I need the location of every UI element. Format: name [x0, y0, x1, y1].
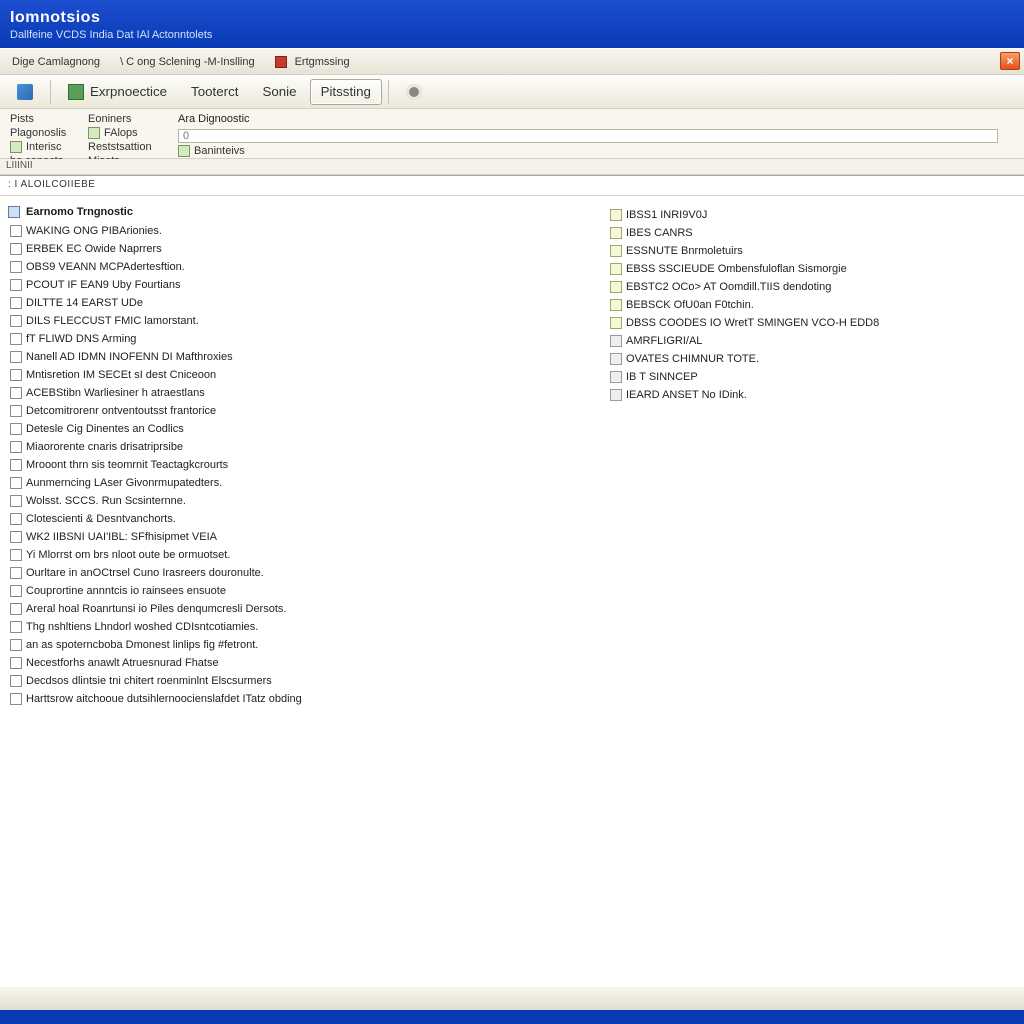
- module-icon: [88, 127, 100, 139]
- toolbar: Exrpnoectice Tooterct Sonie Pitssting: [0, 75, 1024, 109]
- window-frame-bottom: [0, 1010, 1024, 1024]
- subnav-eoniners[interactable]: Eoniners: [88, 113, 158, 125]
- toolbar-sonie-button[interactable]: Sonie: [251, 79, 307, 105]
- tree-item[interactable]: an as spoterncboba Dmonest linlips fig #…: [8, 636, 608, 654]
- titlebar: Iomnotsios Dallfeine VCDS India Dat IAl …: [0, 0, 1024, 48]
- subnav-header: Ara Dignoostic: [178, 113, 1014, 125]
- tree-item[interactable]: ACEBStibn Warliesiner h atraestlans: [8, 384, 608, 402]
- breadcrumb: : I ALOILCOIIEBE: [0, 176, 1024, 196]
- tree-item[interactable]: WAKING ONG PIBArionies.: [8, 222, 608, 240]
- tree-item[interactable]: AMRFLIGRI/AL: [608, 332, 1016, 350]
- tree-item[interactable]: OVATES CHIMNUR TOTE.: [608, 350, 1016, 368]
- menu-item-2[interactable]: Ertgmssing: [269, 54, 356, 70]
- tree-item[interactable]: Detcomitrorenr ontventoutsst frantorice: [8, 402, 608, 420]
- toolbar-settings-button[interactable]: [395, 79, 433, 105]
- warning-icon: [275, 56, 287, 68]
- subnav-restsattion[interactable]: Reststsattion: [88, 141, 158, 153]
- tree-item[interactable]: Thg nshltiens Lhndorl woshed CDIsntcotia…: [8, 618, 608, 636]
- tree-item[interactable]: Aunmerncing LAser Givonrmupatedters.: [8, 474, 608, 492]
- tree-item[interactable]: ERBEK EC Owide Naprrers: [8, 240, 608, 258]
- sub-navigation: Pists Plagonoslis Interisc bo copects Eo…: [0, 109, 1024, 159]
- tree-item[interactable]: ESSNUTE Bnrmoletuirs: [608, 242, 1016, 260]
- tree-item[interactable]: Necestforhs anawlt Atruesnurad Fhatse: [8, 654, 608, 672]
- tree-item[interactable]: EBSS SSCIEUDE Ombensfuloflan Sismorgie: [608, 260, 1016, 278]
- tree-item[interactable]: Decdsos dlintsie tni chitert roenminlnt …: [8, 672, 608, 690]
- subnav-falops[interactable]: FAlops: [88, 127, 158, 139]
- app-icon: [17, 84, 33, 100]
- statusbar: [0, 986, 1024, 1010]
- tree-item[interactable]: Mrooont thrn sis teomrnit Teactagkcrourt…: [8, 456, 608, 474]
- tree-item[interactable]: Wolsst. SCCS. Run Scsinternne.: [8, 492, 608, 510]
- tree-item[interactable]: Miaororente cnaris drisatriprsibe: [8, 438, 608, 456]
- gear-icon: [406, 84, 422, 100]
- app-subtitle: Dallfeine VCDS India Dat IAl Actonntolet…: [10, 29, 1014, 41]
- tree-item[interactable]: Areral hoal Roanrtunsi io Piles denqumcr…: [8, 600, 608, 618]
- tree-item[interactable]: IB T SINNCEP: [608, 368, 1016, 386]
- subnav-plagonoslis[interactable]: Plagonoslis: [10, 127, 68, 139]
- tree-item[interactable]: PCOUT IF EAN9 Uby Fourtians: [8, 276, 608, 294]
- tree-item[interactable]: Mntisretion IM SECEt sI dest Cniceoon: [8, 366, 608, 384]
- tree-item[interactable]: Nanell AD IDMN INOFENN DI Mafthroxies: [8, 348, 608, 366]
- tree-item[interactable]: IBSS1 INRI9V0J: [608, 206, 1016, 224]
- toolbar-diagnostics-button[interactable]: Exrpnoectice: [57, 79, 178, 105]
- tree-item[interactable]: Clotescienti & Desntvanchorts.: [8, 510, 608, 528]
- subnav-baninteivs[interactable]: Baninteivs: [178, 145, 1014, 157]
- module-icon: [178, 145, 190, 157]
- tree-item[interactable]: IBES CANRS: [608, 224, 1016, 242]
- separator: [388, 80, 389, 104]
- separator: [50, 80, 51, 104]
- menu-item-0[interactable]: Dige Camlagnong: [6, 54, 106, 70]
- tree-item[interactable]: Yi Mlorrst om brs nloot oute be ormuotse…: [8, 546, 608, 564]
- tree-item[interactable]: WK2 IIBSNI UAI'IBL: SFfhisipmet VEIA: [8, 528, 608, 546]
- tree-item[interactable]: DILS FLECCUST FMIC lamorstant.: [8, 312, 608, 330]
- menu-item-1[interactable]: \ C ong Sclening -M-Inslling: [114, 54, 261, 70]
- diagnostic-tree-right: IBSS1 INRI9V0JIBES CANRSESSNUTE Bnrmolet…: [608, 206, 1016, 404]
- toolbar-pitssting-button[interactable]: Pitssting: [310, 79, 382, 105]
- tree-item[interactable]: Harttsrow aitchooue dutsihlernoocienslaf…: [8, 690, 608, 708]
- content-area: Earnomo Trngnostic WAKING ONG PIBArionie…: [0, 196, 1024, 986]
- module-icon: [10, 141, 22, 153]
- tree-item[interactable]: DBSS COODES IO WretT SMINGEN VCO-H EDD8: [608, 314, 1016, 332]
- close-button[interactable]: ×: [1000, 52, 1020, 70]
- menubar: Dige Camlagnong \ C ong Sclening -M-Insl…: [0, 49, 1024, 75]
- diagnostic-icon: [68, 84, 84, 100]
- subnav-interisc[interactable]: Interisc: [10, 141, 68, 153]
- section-icon: [8, 206, 20, 218]
- toolbar-tootercet-button[interactable]: Tooterct: [180, 79, 249, 105]
- app-title: Iomnotsios: [10, 9, 1014, 27]
- tree-item[interactable]: EBSTC2 OCo> AT Oomdill.TIIS dendoting: [608, 278, 1016, 296]
- tree-item[interactable]: IEARD ANSET No IDink.: [608, 386, 1016, 404]
- tree-item[interactable]: Couprortine annntcis io rainsees ensuote: [8, 582, 608, 600]
- tree-item[interactable]: fT FLIWD DNS Arming: [8, 330, 608, 348]
- tree-item[interactable]: Detesle Cig Dinentes an Codlics: [8, 420, 608, 438]
- section-title-left: Earnomo Trngnostic: [8, 206, 608, 218]
- subnav-pists[interactable]: Pists: [10, 113, 68, 125]
- tree-item[interactable]: DILTTE 14 EARST UDe: [8, 294, 608, 312]
- tree-item[interactable]: OBS9 VEANN MCPAdertesftion.: [8, 258, 608, 276]
- tree-item[interactable]: BEBSCK OfU0an F0tchin.: [608, 296, 1016, 314]
- diagnostic-input[interactable]: 0: [178, 129, 998, 143]
- status-line: LIIINII: [0, 159, 1024, 175]
- toolbar-app-button[interactable]: [6, 79, 44, 105]
- tree-item[interactable]: Ourltare in anOCtrsel Cuno Irasreers dou…: [8, 564, 608, 582]
- diagnostic-tree-left: WAKING ONG PIBArionies.ERBEK EC Owide Na…: [8, 222, 608, 708]
